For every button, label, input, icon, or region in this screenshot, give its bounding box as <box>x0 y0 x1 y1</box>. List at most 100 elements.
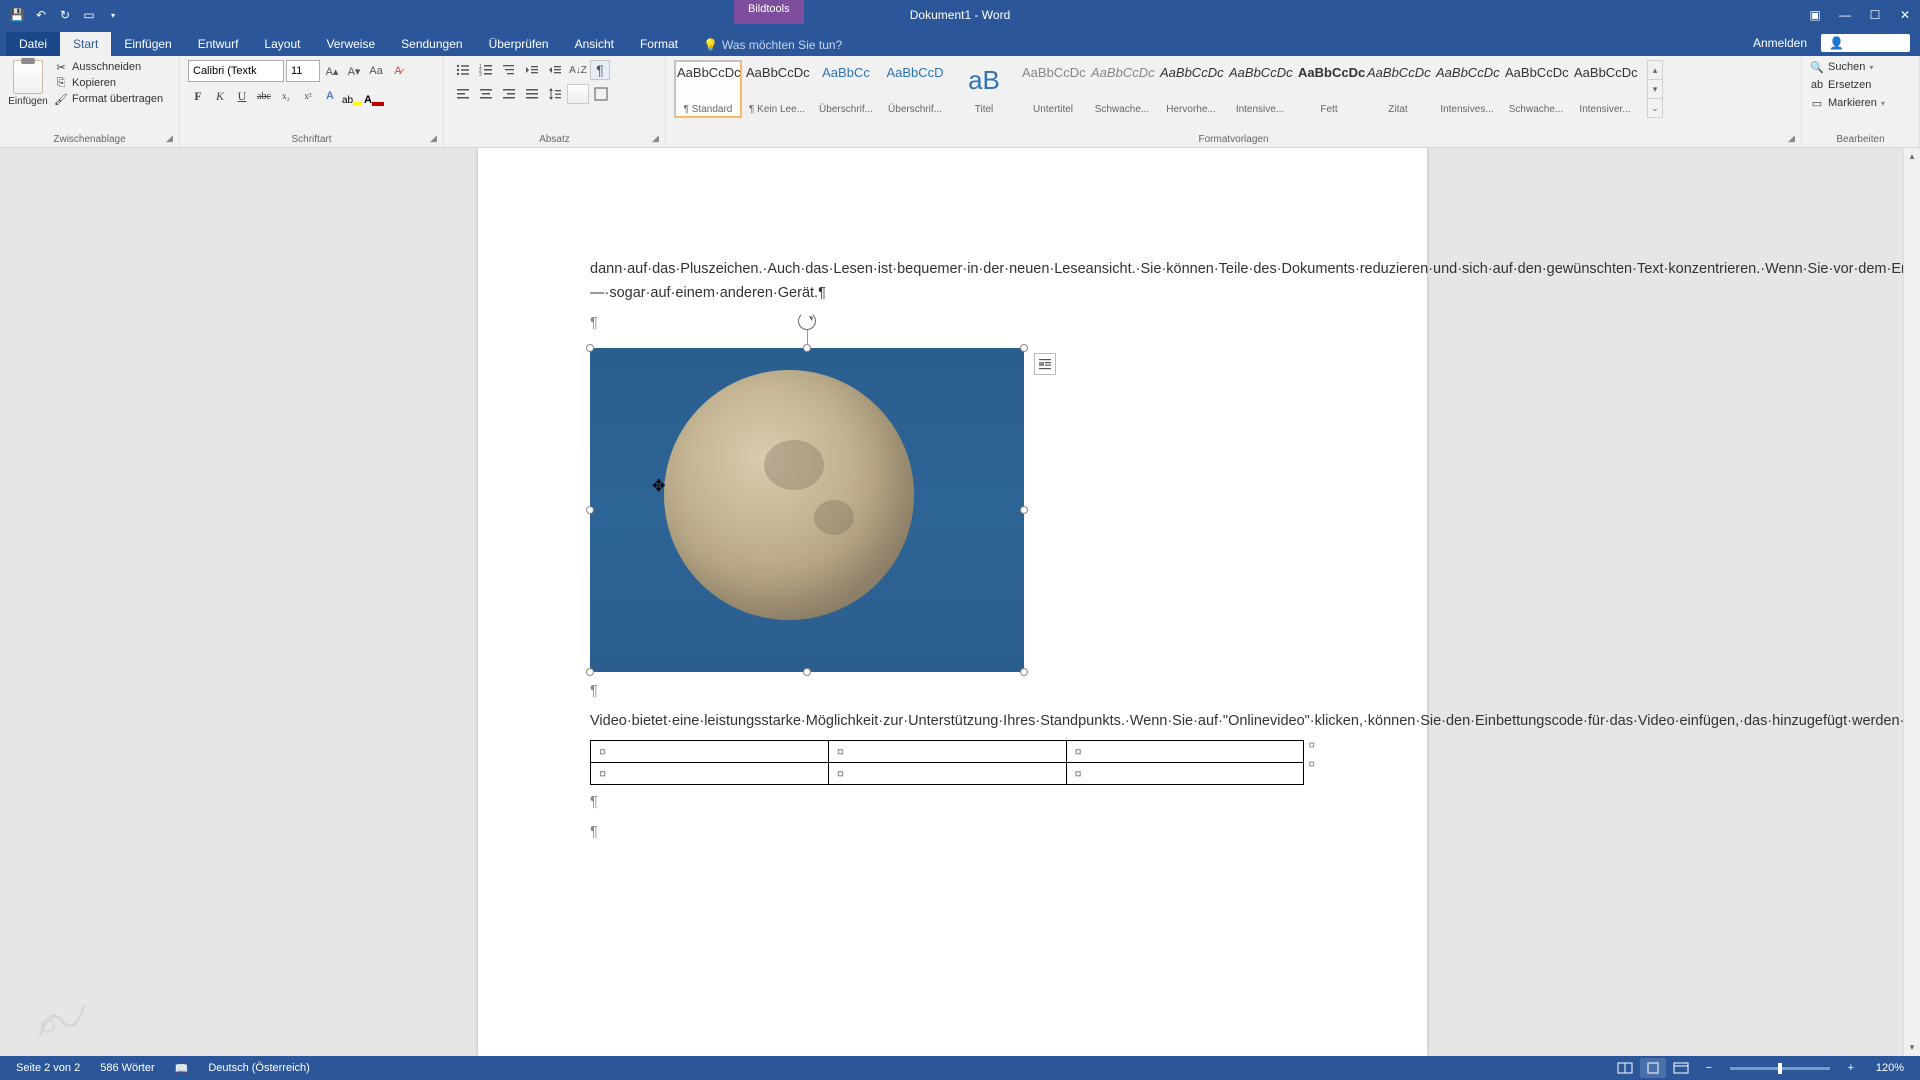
grow-font-button[interactable]: A▴ <box>322 61 342 81</box>
table-row[interactable]: ¤ ¤ ¤ <box>591 762 1304 784</box>
scroll-up-icon[interactable]: ▴ <box>1904 148 1920 165</box>
layout-options-button[interactable] <box>1034 353 1056 375</box>
style-item[interactable]: aBTitel <box>950 60 1018 118</box>
vertical-scrollbar[interactable]: ▴ ▾ <box>1903 148 1920 1056</box>
sort-button[interactable]: A↓Z <box>567 60 589 80</box>
copy-button[interactable]: ⎘Kopieren <box>54 76 163 90</box>
resize-handle[interactable] <box>1020 506 1028 514</box>
style-item[interactable]: AaBbCcDcIntensive... <box>1226 60 1294 118</box>
spell-check-icon[interactable]: 📖 <box>165 1062 199 1075</box>
resize-handle[interactable] <box>803 344 811 352</box>
table-cell[interactable]: ¤ <box>1066 762 1304 784</box>
find-button[interactable]: 🔍Suchen▾ <box>1810 60 1885 74</box>
styles-dialog-launcher-icon[interactable]: ◢ <box>1788 133 1800 145</box>
qat-customize-icon[interactable]: ▾ <box>102 4 124 26</box>
document-page[interactable]: dann·auf·das·Pluszeichen.·Auch·das·Lesen… <box>478 148 1427 1056</box>
tab-insert[interactable]: Einfügen <box>111 32 184 56</box>
gallery-more-icon[interactable]: ⌄ <box>1648 99 1662 117</box>
maximize-icon[interactable]: ☐ <box>1860 4 1890 26</box>
clipboard-dialog-launcher-icon[interactable]: ◢ <box>166 133 178 145</box>
web-layout-button[interactable] <box>1668 1058 1694 1078</box>
change-case-button[interactable]: Aa <box>366 61 386 81</box>
cut-button[interactable]: ✂Ausschneiden <box>54 60 163 74</box>
style-item[interactable]: AaBbCcDc¶ Kein Lee... <box>743 60 811 118</box>
tab-file[interactable]: Datei <box>6 32 60 56</box>
tab-mailings[interactable]: Sendungen <box>388 32 475 56</box>
style-item[interactable]: AaBbCcDcHervorhe... <box>1157 60 1225 118</box>
style-item[interactable]: AaBbCcDc¶ Standard <box>674 60 742 118</box>
resize-handle[interactable] <box>1020 344 1028 352</box>
replace-button[interactable]: abErsetzen <box>1810 78 1885 92</box>
language-indicator[interactable]: Deutsch (Österreich) <box>198 1062 319 1074</box>
justify-button[interactable] <box>521 84 543 104</box>
zoom-in-button[interactable]: + <box>1838 1058 1864 1078</box>
highlight-color-button[interactable]: ab <box>342 86 362 106</box>
word-count[interactable]: 586 Wörter <box>90 1062 164 1074</box>
align-left-button[interactable] <box>452 84 474 104</box>
table-cell[interactable]: ¤ <box>1066 740 1304 762</box>
minimize-icon[interactable]: — <box>1830 4 1860 26</box>
tell-me-search[interactable]: 💡 Was möchten Sie tun? <box>703 38 842 56</box>
redo-icon[interactable]: ↻ <box>54 4 76 26</box>
multilevel-list-button[interactable] <box>498 60 520 80</box>
document-table[interactable]: ¤ ¤ ¤ ¤ ¤ ¤ <box>590 740 1304 785</box>
tab-home[interactable]: Start <box>60 32 111 56</box>
moon-image[interactable]: ✥ <box>590 348 1024 672</box>
strikethrough-button[interactable]: abc <box>254 86 274 106</box>
bullets-button[interactable] <box>452 60 474 80</box>
gallery-down-icon[interactable]: ▾ <box>1648 80 1662 99</box>
tab-format[interactable]: Format <box>627 32 691 56</box>
style-item[interactable]: AaBbCcDÜberschrif... <box>881 60 949 118</box>
line-spacing-button[interactable] <box>544 84 566 104</box>
format-painter-button[interactable]: 🖌Format übertragen <box>54 92 163 106</box>
table-cell[interactable]: ¤ <box>591 762 829 784</box>
numbering-button[interactable]: 123 <box>475 60 497 80</box>
body-paragraph[interactable]: Video·bietet·eine·leistungsstarke·Möglic… <box>590 710 1315 734</box>
tab-layout[interactable]: Layout <box>251 32 313 56</box>
decrease-indent-button[interactable] <box>521 60 543 80</box>
superscript-button[interactable]: x² <box>298 86 318 106</box>
style-item[interactable]: AaBbCcDcIntensiver... <box>1571 60 1639 118</box>
tab-view[interactable]: Ansicht <box>562 32 627 56</box>
body-paragraph[interactable]: dann·auf·das·Pluszeichen.·Auch·das·Lesen… <box>590 258 1315 306</box>
zoom-out-button[interactable]: − <box>1696 1058 1722 1078</box>
show-hide-marks-button[interactable]: ¶ <box>590 60 610 80</box>
subscript-button[interactable]: x₂ <box>276 86 296 106</box>
rotate-handle-icon[interactable] <box>798 312 816 330</box>
style-item[interactable]: AaBbCcDcUntertitel <box>1019 60 1087 118</box>
zoom-slider[interactable] <box>1730 1067 1830 1070</box>
select-button[interactable]: ▭Markieren▾ <box>1810 96 1885 110</box>
resize-handle[interactable] <box>586 344 594 352</box>
style-item[interactable]: AaBbCcDcZitat <box>1364 60 1432 118</box>
style-item[interactable]: AaBbCcDcFett <box>1295 60 1363 118</box>
table-cell[interactable]: ¤ <box>828 762 1066 784</box>
text-effects-button[interactable]: A <box>320 86 340 106</box>
undo-icon[interactable]: ↶ <box>30 4 52 26</box>
style-item[interactable]: AaBbCcÜberschrif... <box>812 60 880 118</box>
page-indicator[interactable]: Seite 2 von 2 <box>6 1062 90 1074</box>
touch-mode-icon[interactable]: ▭ <box>78 4 100 26</box>
style-item[interactable]: AaBbCcDcIntensives... <box>1433 60 1501 118</box>
style-item[interactable]: AaBbCcDcSchwache... <box>1088 60 1156 118</box>
save-icon[interactable]: 💾 <box>6 4 28 26</box>
font-name-combo[interactable]: Calibri (Textk <box>188 60 284 82</box>
borders-button[interactable] <box>590 84 612 104</box>
italic-button[interactable]: K <box>210 86 230 106</box>
paste-button[interactable]: Einfügen <box>8 60 48 107</box>
increase-indent-button[interactable] <box>544 60 566 80</box>
resize-handle[interactable] <box>586 506 594 514</box>
underline-button[interactable]: U <box>232 86 252 106</box>
ribbon-display-options-icon[interactable]: ▣ <box>1800 4 1830 26</box>
tab-review[interactable]: Überprüfen <box>476 32 562 56</box>
gallery-up-icon[interactable]: ▴ <box>1648 61 1662 80</box>
font-dialog-launcher-icon[interactable]: ◢ <box>430 133 442 145</box>
font-size-combo[interactable]: 11 <box>286 60 320 82</box>
share-button[interactable]: 👤 Freigeben <box>1821 34 1910 52</box>
resize-handle[interactable] <box>1020 668 1028 676</box>
resize-handle[interactable] <box>803 668 811 676</box>
bold-button[interactable]: F <box>188 86 208 106</box>
style-item[interactable]: AaBbCcDcSchwache... <box>1502 60 1570 118</box>
print-layout-button[interactable] <box>1640 1058 1666 1078</box>
scroll-down-icon[interactable]: ▾ <box>1904 1039 1920 1056</box>
sign-in-link[interactable]: Anmelden <box>1753 36 1807 50</box>
